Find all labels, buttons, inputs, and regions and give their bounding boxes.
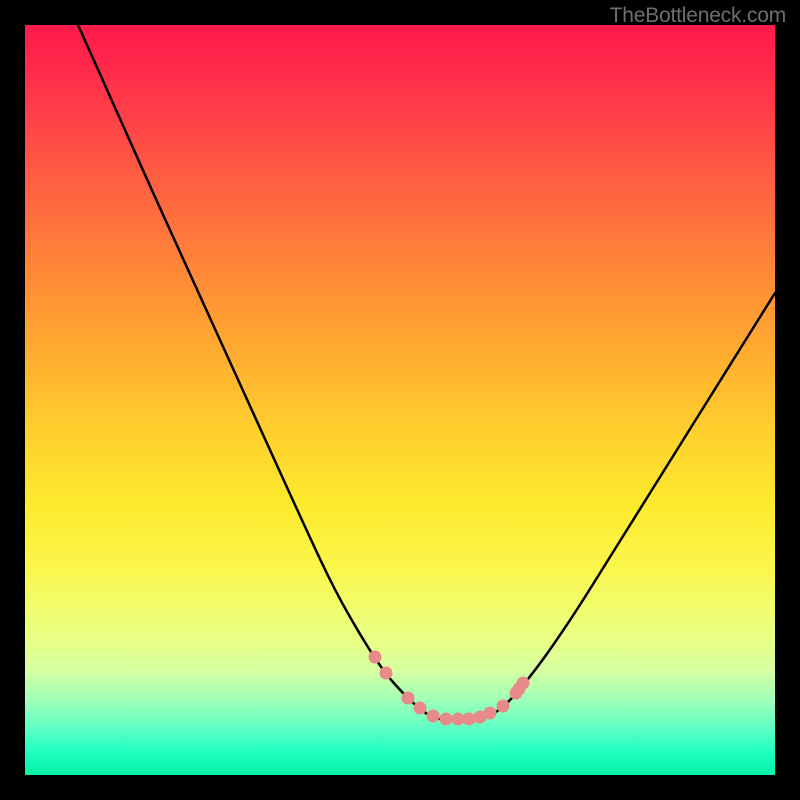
marker-dot	[497, 700, 510, 713]
marker-dot	[369, 651, 382, 664]
marker-dot	[517, 677, 530, 690]
marker-dot	[414, 702, 427, 715]
marker-dots-group	[369, 651, 530, 726]
chart-svg	[25, 25, 775, 775]
marker-dot	[427, 710, 440, 723]
bottleneck-curve	[78, 25, 775, 720]
watermark-text: TheBottleneck.com	[610, 4, 786, 28]
marker-dot	[484, 707, 497, 720]
marker-dot	[380, 667, 393, 680]
marker-dot	[440, 713, 453, 726]
chart-area	[25, 25, 775, 775]
marker-dot	[402, 692, 415, 705]
marker-dot	[463, 713, 476, 726]
